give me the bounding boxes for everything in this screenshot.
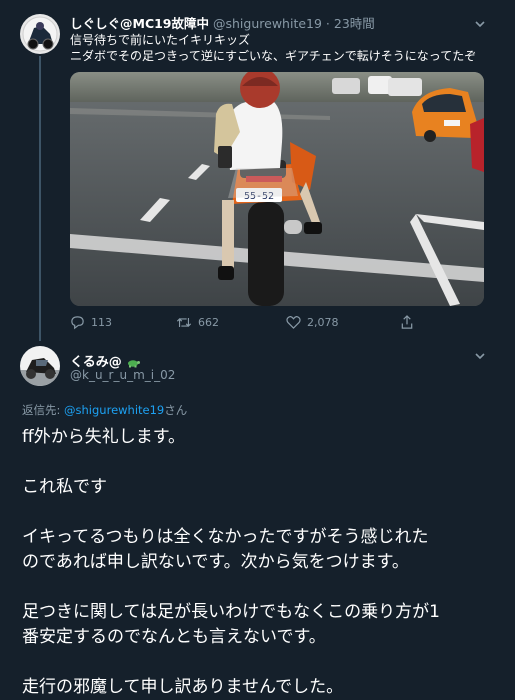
avatar[interactable] (20, 346, 60, 386)
timestamp[interactable]: 23時間 (334, 16, 375, 31)
reply-count: 113 (91, 316, 112, 329)
tweet-text: 信号待ちで前にいたイキリキッズ ニダボでその足つきって逆にすごいな、ギアチェンで… (70, 32, 490, 64)
chevron-down-icon[interactable] (473, 349, 487, 363)
like-button[interactable]: 2,078 (286, 315, 339, 329)
user-handle[interactable]: @shigurewhite19 (213, 16, 322, 31)
reply-icon (71, 316, 84, 330)
tweet-text-line: 足つきに関しては足が長いわけでもなくこの乗り方が1 (22, 602, 440, 622)
tweet-text-line: イキってるつもりは全くなかったですがそう感じれた (22, 527, 429, 547)
display-name[interactable]: しぐしぐ@MC19故障中 (70, 16, 209, 31)
retweet-icon (176, 318, 192, 327)
avatar[interactable] (20, 14, 60, 54)
turtle-emoji-icon (128, 359, 141, 367)
reply-suffix: さん (164, 403, 188, 417)
retweet-count: 662 (198, 316, 219, 329)
tweet-text: ff外から失礼します。 これ私です イキってるつもりは全くなかったですがそう感じ… (22, 425, 502, 700)
separator-dot: · (325, 16, 330, 31)
share-icon (401, 315, 413, 329)
reply-button[interactable]: 113 (70, 315, 112, 330)
replying-to: 返信先: @shigurewhite19さん (22, 402, 187, 418)
like-icon (286, 316, 301, 329)
share-button[interactable] (400, 315, 414, 330)
like-count: 2,078 (307, 315, 339, 329)
tweet-text-line: のであれば申し訳ないです。次から気をつけます。 (22, 552, 409, 572)
reply-prefix: 返信先: (22, 403, 65, 417)
user-handle[interactable]: @k_u_r_u_m_i_02 (70, 368, 175, 382)
retweet-button[interactable]: 662 (176, 315, 219, 330)
tweet-text-line: 走行の邪魔して申し訳ありませんでした。 (22, 677, 344, 697)
tweet-text-line: ニダボでその足つきって逆にすごいな、ギアチェンで転けそうになってたぞ (70, 49, 477, 63)
tweet-text-line: ff外から失礼します。 (22, 427, 186, 447)
tweet-photo[interactable]: 55-52 (70, 72, 484, 306)
tweet-text-line: 信号待ちで前にいたイキリキッズ (70, 33, 251, 47)
tweet-text-line: これ私です (22, 477, 107, 497)
reply-mention-link[interactable]: @shigurewhite19 (64, 403, 164, 417)
tweet-text-line: 番安定するのでなんとも言えないです。 (22, 627, 326, 647)
thread-connector-line (39, 56, 41, 341)
chevron-down-icon[interactable] (473, 17, 487, 31)
tweet-actions: 113 662 2,078 (70, 315, 480, 331)
